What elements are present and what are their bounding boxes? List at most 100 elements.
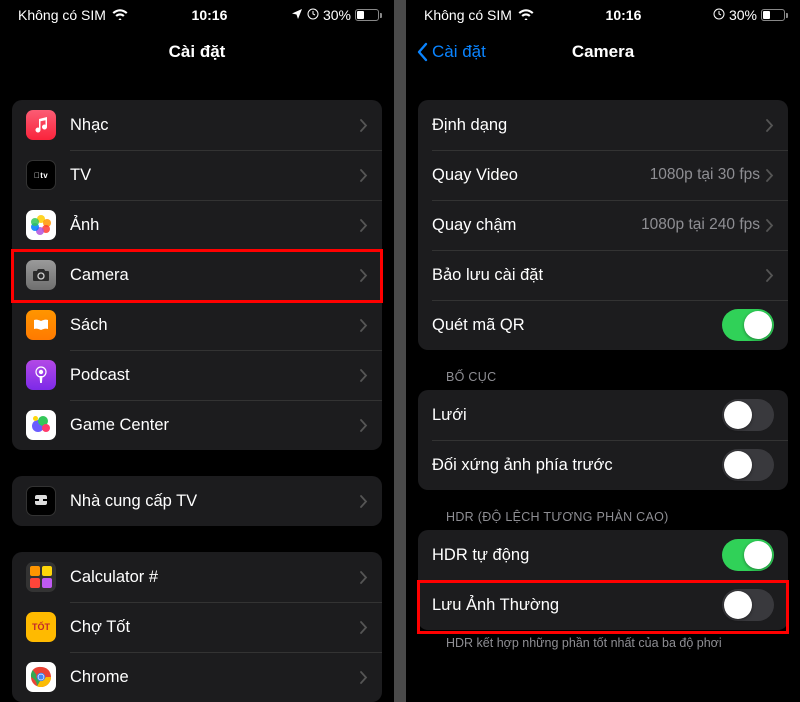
battery-text: 30%: [323, 7, 351, 23]
row-chotot[interactable]: TỐT Chợ Tốt: [12, 602, 382, 652]
music-icon: [26, 110, 56, 140]
chevron-right-icon: [360, 571, 368, 584]
nav-header: Cài đặt Camera: [406, 30, 800, 74]
row-label: Ảnh: [70, 216, 360, 235]
row-slomo[interactable]: Quay chậm 1080p tại 240 fps: [418, 200, 788, 250]
row-label: TV: [70, 166, 360, 185]
row-grid: Lưới: [418, 390, 788, 440]
battery-icon: [355, 9, 382, 21]
row-label: Camera: [70, 266, 360, 285]
row-label: Chợ Tốt: [70, 618, 360, 637]
settings-group-media: Nhạc tv TV: [12, 100, 382, 450]
chevron-right-icon: [360, 495, 368, 508]
chevron-left-icon: [416, 42, 428, 62]
row-label: Nhạc: [70, 116, 360, 135]
row-label: Bảo lưu cài đặt: [432, 266, 766, 285]
row-label: Định dạng: [432, 116, 766, 135]
chevron-right-icon: [766, 219, 774, 232]
photos-icon: [26, 210, 56, 240]
page-title: Camera: [572, 42, 634, 62]
battery-text: 30%: [729, 7, 757, 23]
back-button[interactable]: Cài đặt: [416, 30, 486, 74]
row-label: Game Center: [70, 416, 360, 435]
row-label: Nhà cung cấp TV: [70, 492, 360, 511]
row-tvprovider[interactable]: Nhà cung cấp TV: [12, 476, 382, 526]
status-time: 10:16: [192, 7, 228, 23]
row-tv[interactable]: tv TV: [12, 150, 382, 200]
location-icon: [291, 7, 303, 23]
chevron-right-icon: [360, 219, 368, 232]
row-camera[interactable]: Camera: [12, 250, 382, 300]
row-mirror-front: Đối xứng ảnh phía trước: [418, 440, 788, 490]
row-label: Quét mã QR: [432, 316, 722, 335]
row-label: Đối xứng ảnh phía trước: [432, 456, 722, 475]
chevron-right-icon: [360, 369, 368, 382]
chotot-icon: TỐT: [26, 612, 56, 642]
clock-icon: [307, 7, 319, 23]
row-preserve-settings[interactable]: Bảo lưu cài đặt: [418, 250, 788, 300]
chevron-right-icon: [360, 319, 368, 332]
carrier-text: Không có SIM: [424, 7, 512, 23]
group-header-hdr: HDR (ĐỘ LỆCH TƯƠNG PHẢN CAO): [418, 490, 788, 530]
settings-group-apps: Calculator # TỐT Chợ Tốt Chrome: [12, 552, 382, 702]
row-record-video[interactable]: Quay Video 1080p tại 30 fps: [418, 150, 788, 200]
status-bar: Không có SIM 10:16 30%: [406, 0, 800, 30]
row-label: HDR tự động: [432, 546, 722, 565]
row-music[interactable]: Nhạc: [12, 100, 382, 150]
camera-group-layout: Lưới Đối xứng ảnh phía trước: [418, 390, 788, 490]
chrome-icon: [26, 662, 56, 692]
row-podcast[interactable]: Podcast: [12, 350, 382, 400]
row-detail: 1080p tại 30 fps: [650, 166, 760, 184]
row-label: Sách: [70, 316, 360, 335]
group-header-layout: BỐ CỤC: [418, 350, 788, 390]
row-auto-hdr: HDR tự động: [418, 530, 788, 580]
hdr-footer-note: HDR kết hợp những phần tốt nhất của ba đ…: [418, 630, 788, 650]
row-calculator[interactable]: Calculator #: [12, 552, 382, 602]
row-keep-normal: Lưu Ảnh Thường: [418, 580, 788, 630]
row-label: Quay chậm: [432, 216, 641, 235]
wifi-icon: [112, 7, 128, 23]
toggle-auto-hdr[interactable]: [722, 539, 774, 571]
chevron-right-icon: [360, 419, 368, 432]
chevron-right-icon: [766, 169, 774, 182]
tvprovider-icon: [26, 486, 56, 516]
wifi-icon: [518, 7, 534, 23]
books-icon: [26, 310, 56, 340]
chevron-right-icon: [360, 169, 368, 182]
row-label: Lưới: [432, 406, 722, 425]
phone-left: Không có SIM 10:16 30% Cài đặt Nhạc: [0, 0, 394, 702]
clock-icon: [713, 7, 725, 23]
carrier-text: Không có SIM: [18, 7, 106, 23]
row-format[interactable]: Định dạng: [418, 100, 788, 150]
chevron-right-icon: [766, 269, 774, 282]
chevron-right-icon: [360, 119, 368, 132]
podcast-icon: [26, 360, 56, 390]
gamecenter-icon: [26, 410, 56, 440]
calculator-icon: [26, 562, 56, 592]
camera-group-hdr: HDR tự động Lưu Ảnh Thường: [418, 530, 788, 630]
row-label: Calculator #: [70, 568, 360, 587]
toggle-mirror-front[interactable]: [722, 449, 774, 481]
battery-icon: [761, 9, 788, 21]
toggle-scan-qr[interactable]: [722, 309, 774, 341]
row-scan-qr: Quét mã QR: [418, 300, 788, 350]
toggle-keep-normal[interactable]: [722, 589, 774, 621]
toggle-grid[interactable]: [722, 399, 774, 431]
nav-header: Cài đặt: [0, 30, 394, 74]
row-books[interactable]: Sách: [12, 300, 382, 350]
row-photos[interactable]: Ảnh: [12, 200, 382, 250]
chevron-right-icon: [360, 671, 368, 684]
row-detail: 1080p tại 240 fps: [641, 216, 760, 234]
settings-group-tvprovider: Nhà cung cấp TV: [12, 476, 382, 526]
chevron-right-icon: [360, 621, 368, 634]
row-label: Podcast: [70, 366, 360, 385]
camera-icon: [26, 260, 56, 290]
tv-icon: tv: [26, 160, 56, 190]
row-label: Chrome: [70, 668, 360, 687]
row-label: Quay Video: [432, 166, 650, 185]
status-time: 10:16: [606, 7, 642, 23]
page-title: Cài đặt: [169, 42, 226, 62]
row-gamecenter[interactable]: Game Center: [12, 400, 382, 450]
row-chrome[interactable]: Chrome: [12, 652, 382, 702]
back-label: Cài đặt: [432, 42, 486, 62]
